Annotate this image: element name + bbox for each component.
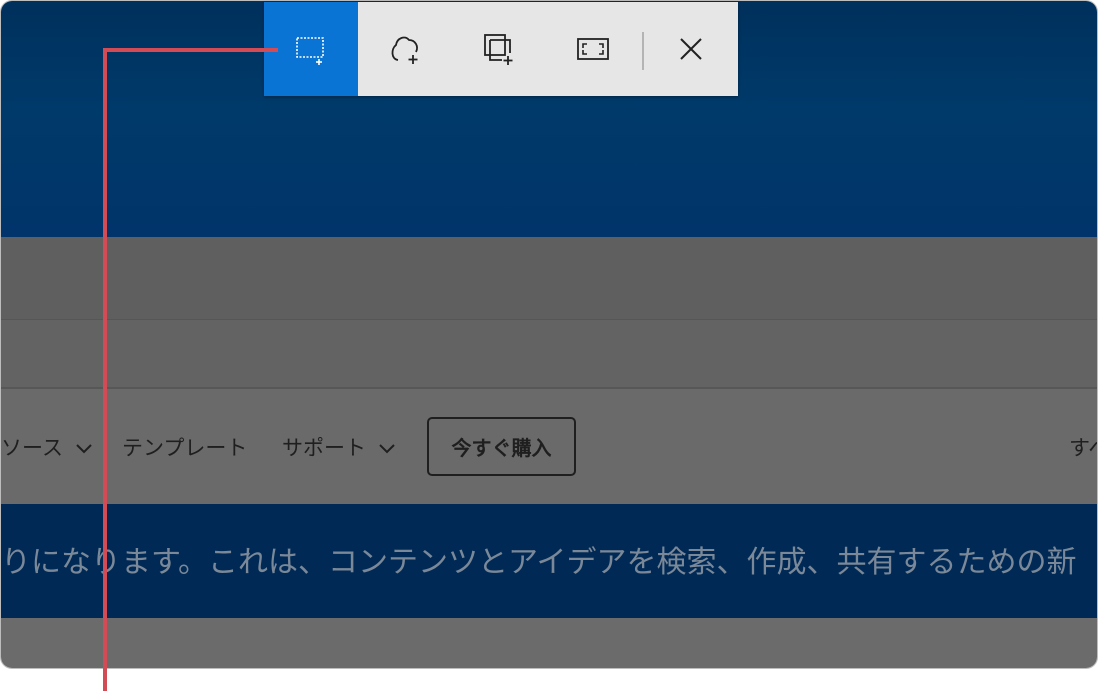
callout-line-horizontal [103,48,278,52]
dimmed-webpage: ソース テンプレート サポート 今すぐ購入 すべ りになります。これは、コンテン… [1,1,1097,668]
info-banner-text: りになります。これは、コンテンツとアイデアを検索、作成、共有するための新 [1,545,1077,580]
buy-now-button[interactable]: 今すぐ購入 [427,417,576,476]
nav-templates[interactable]: テンプレート [122,433,247,463]
screen-frame: ソース テンプレート サポート 今すぐ購入 すべ りになります。これは、コンテン… [0,0,1098,669]
nav-search-partial[interactable]: すべ [1069,433,1097,463]
fullscreen-snip-icon [577,38,609,60]
rectangle-snip-icon [296,37,324,65]
chevron-down-icon [378,444,395,454]
chevron-down-icon [75,444,92,454]
window-snip-button[interactable] [452,2,546,96]
page-band-top [1,237,1097,320]
window-snip-icon [484,34,513,65]
nav-resources[interactable]: ソース [1,433,92,463]
page-band-middle [1,320,1097,389]
close-button[interactable] [644,2,738,96]
snip-toolbar [264,2,738,96]
nav-search-label: すべ [1069,436,1097,460]
nav-support-label: サポート [282,436,366,460]
callout-line-vertical [103,48,107,691]
page-band-bottom [1,618,1097,668]
freeform-snip-icon [391,36,418,64]
nav-templates-label: テンプレート [122,436,248,460]
rectangle-snip-button[interactable] [264,2,358,96]
nav-support[interactable]: サポート [282,433,395,463]
nav-resources-label: ソース [1,436,63,460]
fullscreen-snip-button[interactable] [546,2,640,96]
freeform-snip-button[interactable] [358,2,452,96]
close-icon [680,38,702,60]
